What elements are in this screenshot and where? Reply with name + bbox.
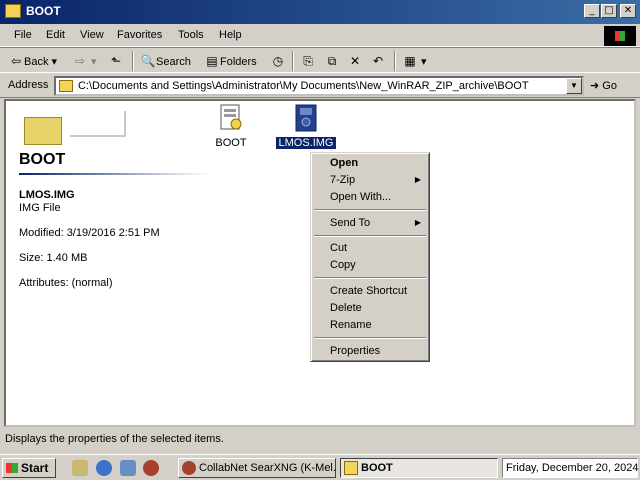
address-bar: Address C:\Documents and Settings\Admini… (0, 74, 640, 98)
back-button[interactable]: ⇦ Back ▾ (8, 52, 57, 70)
menu-item-7zip[interactable]: 7-Zip (330, 174, 355, 186)
context-menu: Open 7-Zip ▶ Open With... Send To ▶ Cut … (310, 152, 430, 362)
go-button[interactable]: ➜ Go (590, 79, 617, 92)
details-size: Size: 1.40 MB (19, 252, 88, 264)
file-item-boot[interactable]: BOOT (201, 103, 261, 149)
menu-item-properties[interactable]: Properties (330, 345, 380, 357)
file-label: LMOS.IMG (275, 136, 337, 150)
menu-item-cut[interactable]: Cut (330, 242, 347, 254)
maximize-button[interactable]: □ (601, 4, 617, 18)
views-icon: ▦ (404, 54, 416, 68)
undo-button[interactable]: ↶ (370, 52, 386, 70)
folder-shape (24, 117, 62, 145)
browser-icon (182, 461, 196, 475)
file-label: BOOT (215, 137, 247, 149)
taskbar-item-browser[interactable]: CollabNet SearXNG (K-Mel... (178, 458, 336, 478)
address-label: Address (8, 79, 49, 91)
gear-file-icon (220, 104, 242, 130)
toolbar-separator (292, 51, 294, 71)
menu-file[interactable]: File (14, 29, 32, 41)
browser-icon[interactable] (143, 460, 159, 476)
folder-heading: BOOT (19, 151, 66, 168)
delete-button[interactable]: ✕ (347, 52, 363, 70)
copy-to-button[interactable]: ⧉ (324, 52, 340, 70)
menu-item-rename[interactable]: Rename (330, 319, 372, 331)
file-item-lmos-img[interactable]: LMOS.IMG (275, 103, 337, 150)
folders-button[interactable]: ▤ Folders (204, 52, 256, 70)
menu-separator (314, 277, 426, 279)
system-tray-clock[interactable]: Friday, December 20, 2024 (502, 458, 638, 478)
menu-item-create-shortcut[interactable]: Create Shortcut (330, 285, 407, 297)
submenu-arrow-icon: ▶ (414, 175, 421, 184)
menu-tools[interactable]: Tools (178, 29, 204, 41)
window-title: BOOT (26, 4, 61, 18)
move-to-button[interactable]: ⎘ (300, 52, 316, 70)
search-button[interactable]: 🔍Search (140, 52, 191, 70)
details-file-name: LMOS.IMG (19, 189, 75, 201)
up-folder-icon: ⬑ (110, 54, 122, 68)
history-button[interactable]: ◷ (270, 52, 286, 70)
go-arrow-icon: ➜ (590, 80, 600, 92)
folder-banner-icon (14, 109, 126, 157)
menu-help[interactable]: Help (219, 29, 242, 41)
menu-separator (314, 337, 426, 339)
menu-favorites[interactable]: Favorites (117, 29, 162, 41)
menu-view[interactable]: View (80, 29, 104, 41)
menu-item-delete[interactable]: Delete (330, 302, 362, 314)
menu-separator (314, 209, 426, 211)
menu-item-copy[interactable]: Copy (330, 259, 356, 271)
move-to-icon: ⎘ (303, 54, 313, 68)
search-icon: 🔍 (140, 54, 156, 68)
undo-icon: ↶ (372, 54, 384, 68)
menu-item-open[interactable]: Open (330, 157, 358, 169)
address-path: C:\Documents and Settings\Administrator\… (78, 80, 529, 92)
start-button[interactable]: Start (2, 458, 56, 478)
folder-icon (59, 80, 73, 92)
internet-explorer-icon[interactable] (96, 460, 112, 476)
back-arrow-icon: ⇦ (10, 54, 22, 68)
copy-to-icon: ⧉ (327, 54, 337, 68)
views-button[interactable]: ▦ ▾ (402, 52, 426, 70)
up-folder-button[interactable]: ⬑ (108, 52, 124, 70)
menu-separator (314, 235, 426, 237)
address-input[interactable]: C:\Documents and Settings\Administrator\… (54, 76, 584, 96)
address-dropdown-button[interactable]: ▼ (566, 78, 582, 94)
folder-icon (5, 4, 21, 18)
windows-logo-icon (604, 26, 636, 46)
taskbar: Start CollabNet SearXNG (K-Mel... BOOT F… (0, 454, 640, 480)
minimize-button[interactable]: _ (584, 4, 600, 18)
folder-icon (344, 461, 358, 475)
submenu-arrow-icon: ▶ (414, 218, 421, 227)
status-bar: Displays the properties of the selected … (0, 429, 640, 449)
delete-x-icon: ✕ (349, 54, 361, 68)
banner-decoration (70, 111, 126, 137)
details-modified: Modified: 3/19/2016 2:51 PM (19, 227, 160, 239)
title-bar[interactable]: BOOT _ □ ✕ (0, 0, 640, 24)
details-file-type: IMG File (19, 202, 61, 214)
menu-bar: File Edit View Favorites Tools Help (0, 25, 640, 47)
menu-edit[interactable]: Edit (46, 29, 65, 41)
toolbar-separator (132, 51, 134, 71)
taskbar-item-boot[interactable]: BOOT (340, 458, 498, 478)
menu-item-open-with[interactable]: Open With... (330, 191, 391, 203)
toolbar: ⇦ Back ▾ ⇨ ▾ ⬑ 🔍Search ▤ Folders ◷ ⎘ ⧉ ✕ ↶… (0, 47, 640, 73)
network-icon[interactable] (120, 460, 136, 476)
show-desktop-icon[interactable] (72, 460, 88, 476)
folders-icon: ▤ (206, 54, 218, 68)
forward-arrow-icon: ⇨ (74, 54, 86, 68)
history-icon: ◷ (272, 54, 284, 68)
forward-button[interactable]: ⇨ ▾ (72, 52, 97, 70)
status-text: Displays the properties of the selected … (5, 433, 224, 445)
details-attributes: Attributes: (normal) (19, 277, 113, 289)
disk-image-icon (295, 104, 317, 132)
heading-divider (19, 173, 209, 175)
toolbar-separator (394, 51, 396, 71)
menu-item-send-to[interactable]: Send To (330, 217, 370, 229)
close-button[interactable]: ✕ (620, 4, 636, 18)
